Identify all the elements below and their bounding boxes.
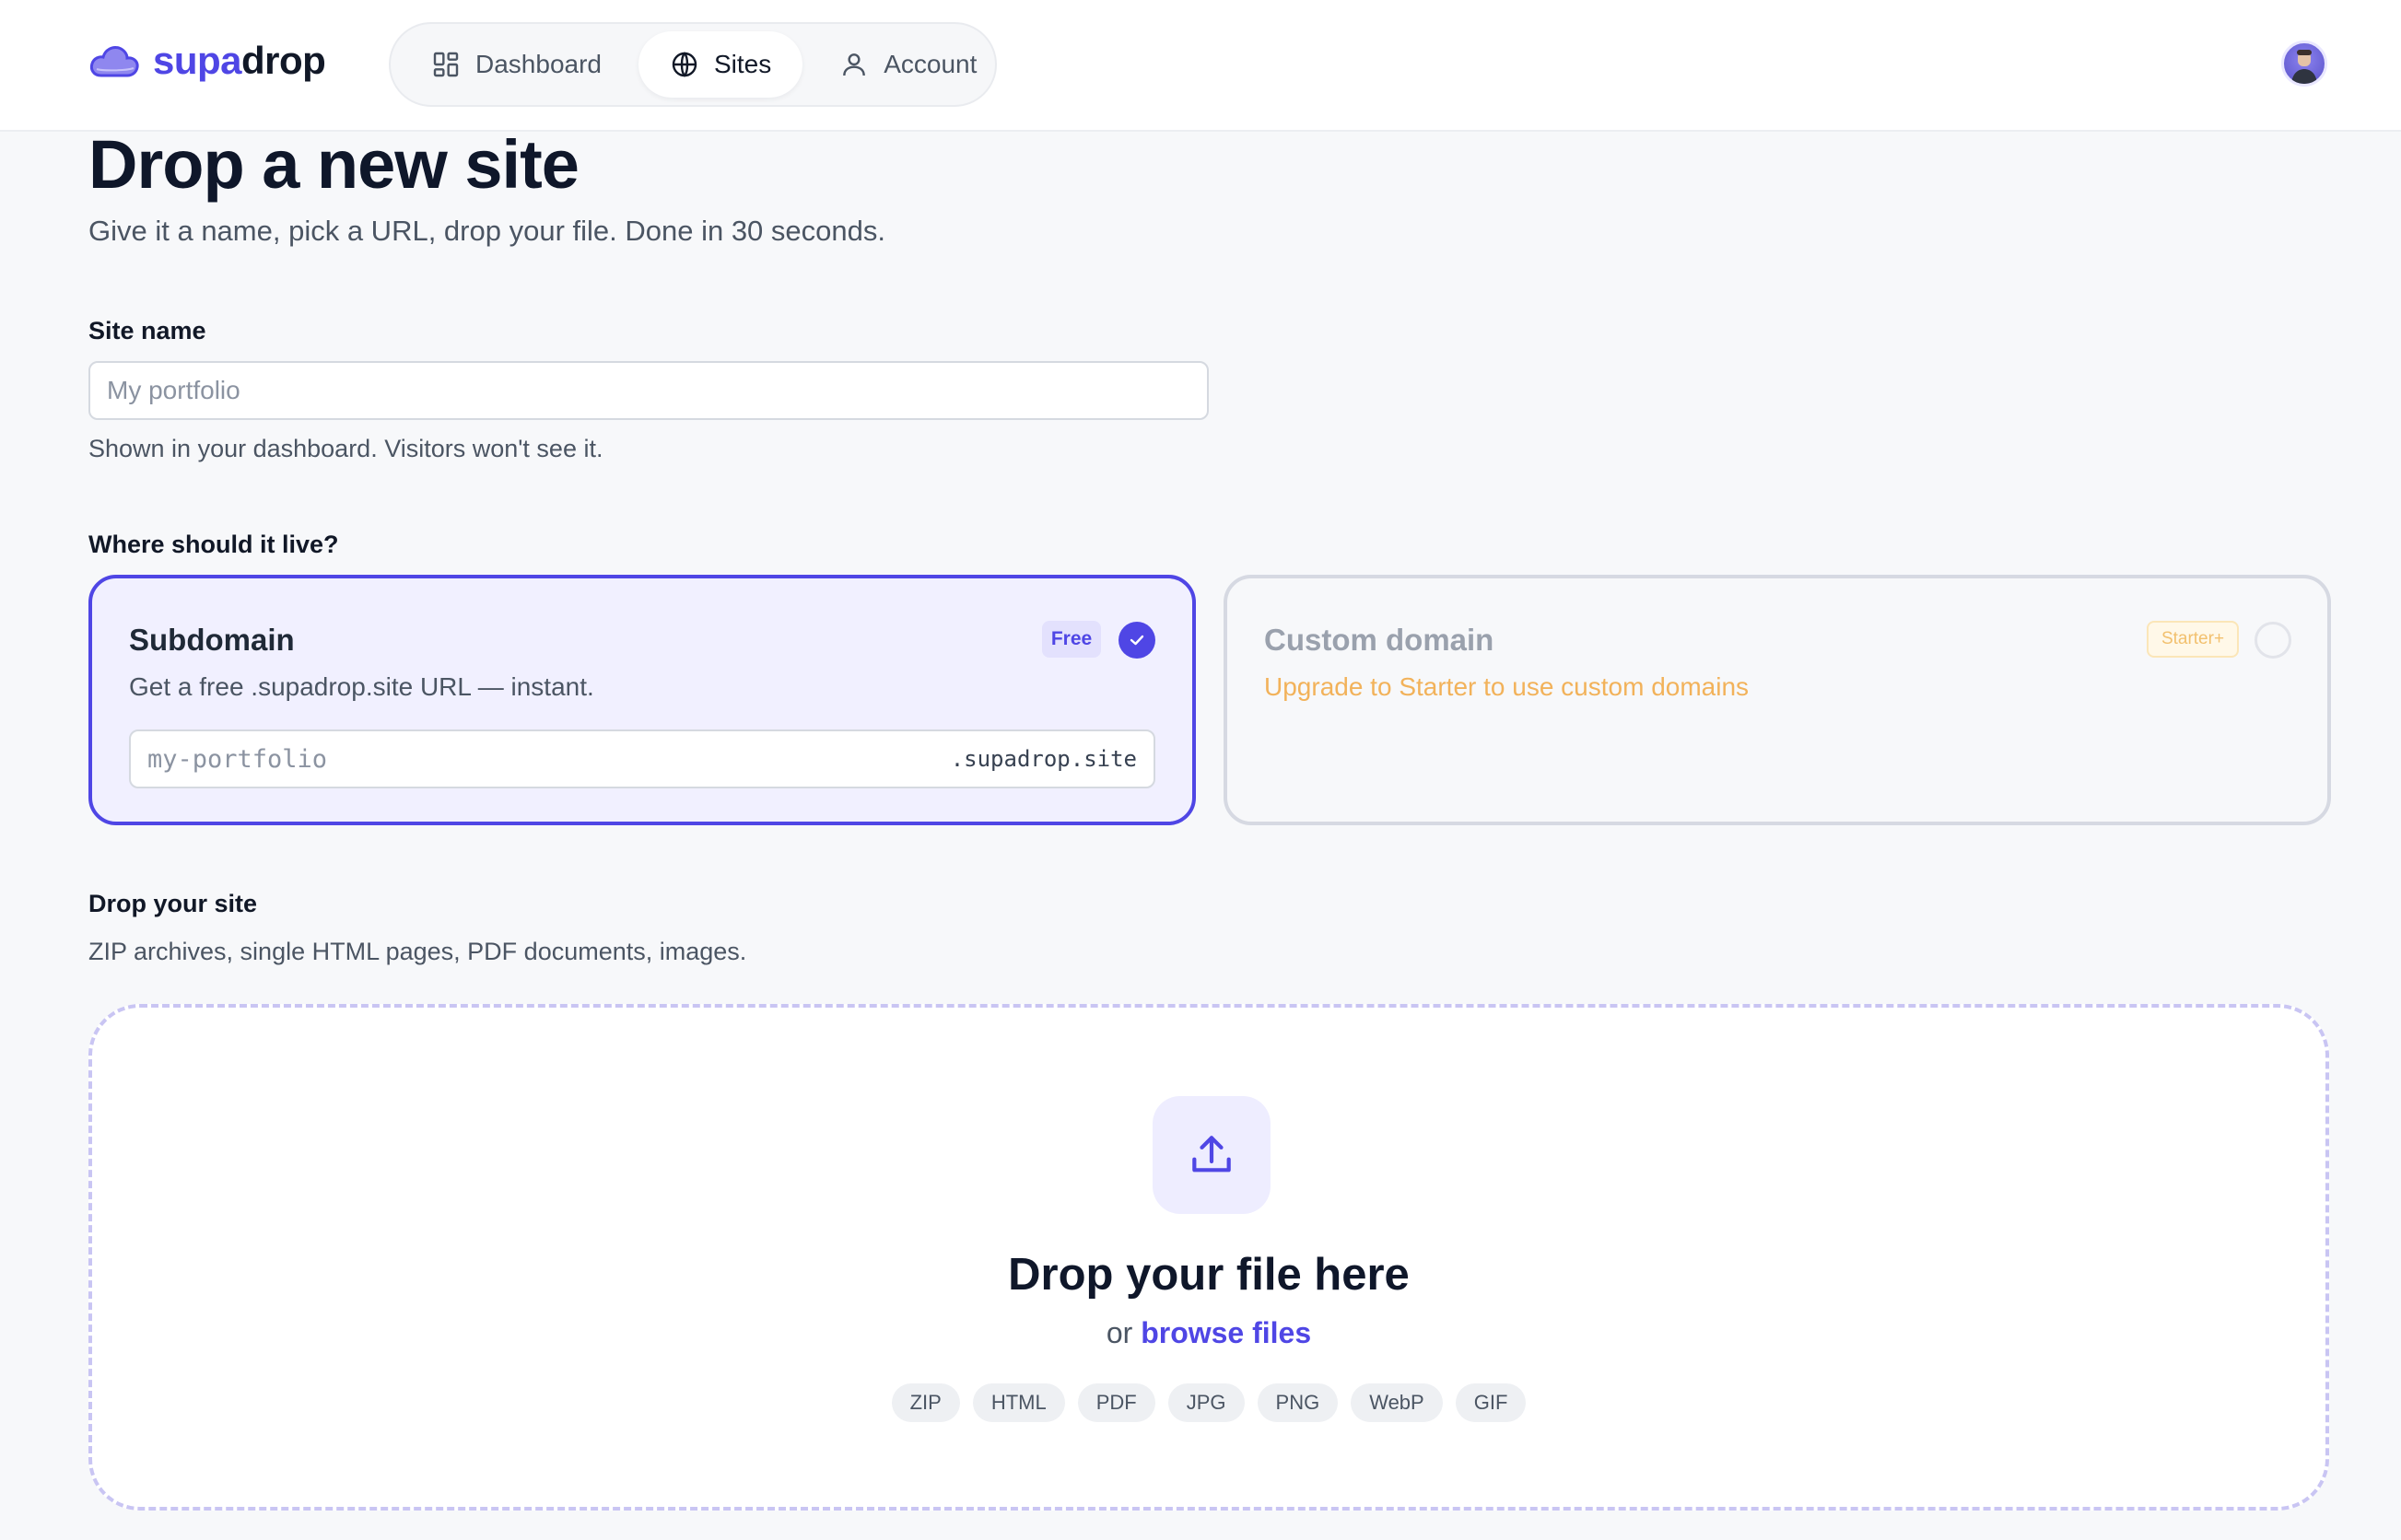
dashboard-icon — [433, 52, 459, 77]
upload-label: Drop your site — [88, 890, 258, 917]
logo-text: supadrop — [153, 39, 326, 83]
nav-item-account[interactable]: Account — [808, 31, 1008, 98]
nav-item-label: Dashboard — [475, 50, 602, 78]
custom-domain-option-card[interactable]: Custom domain Starter+ Upgrade to Starte… — [1224, 575, 2331, 825]
site-name-label: Site name — [88, 317, 206, 344]
subdomain-suffix: .supadrop.site — [950, 746, 1137, 772]
upload-icon-tile — [1153, 1096, 1271, 1214]
browse-files-link[interactable]: browse files — [1141, 1316, 1311, 1349]
user-icon — [843, 53, 866, 76]
nav-item-label: Sites — [713, 50, 772, 78]
subdomain-option-card[interactable]: Subdomain Free Get a free .supadrop.site… — [88, 575, 1196, 825]
format-chip: GIF — [1455, 1383, 1527, 1422]
upload-helper: ZIP archives, single HTML pages, PDF doc… — [88, 938, 747, 965]
upload-icon — [1192, 1136, 1231, 1172]
custom-domain-upgrade-note: Upgrade to Starter to use custom domains — [1264, 672, 1750, 701]
top-bar: supadrop Dashboard Sites Account — [0, 0, 2401, 132]
page-title: Drop a new site — [88, 126, 580, 203]
free-badge: Free — [1042, 621, 1101, 658]
logo-text-part1: supa — [153, 39, 242, 82]
subdomain-title: Subdomain — [129, 623, 295, 657]
nav-item-dashboard[interactable]: Dashboard — [400, 31, 633, 98]
format-chip: PDF — [1077, 1383, 1155, 1422]
unselected-radio-icon — [2255, 622, 2291, 659]
or-text: or — [1106, 1316, 1133, 1349]
format-chip: WebP — [1351, 1383, 1443, 1422]
avatar[interactable] — [2281, 41, 2327, 87]
subdomain-placeholder: my-portfolio — [147, 744, 328, 774]
nav-item-label: Account — [884, 50, 978, 78]
logo-text-part2: drop — [241, 39, 326, 82]
subdomain-description: Get a free .supadrop.site URL — instant. — [129, 672, 594, 701]
starter-badge: Starter+ — [2147, 621, 2239, 658]
site-name-helper: Shown in your dashboard. Visitors won't … — [88, 435, 603, 462]
globe-icon — [672, 52, 697, 77]
file-dropzone[interactable]: Drop your file here or browse files ZIP … — [88, 1004, 2329, 1511]
location-label: Where should it live? — [88, 531, 339, 558]
avatar-image — [2291, 50, 2317, 84]
format-chip: JPG — [1167, 1383, 1245, 1422]
custom-domain-title: Custom domain — [1264, 623, 1494, 657]
format-chip: ZIP — [891, 1383, 960, 1422]
page-subtitle: Give it a name, pick a URL, drop your fi… — [88, 215, 885, 247]
format-chip: PNG — [1257, 1383, 1339, 1422]
format-chip: HTML — [972, 1383, 1065, 1422]
main-nav: Dashboard Sites Account — [389, 22, 997, 107]
subdomain-input[interactable]: my-portfolio .supadrop.site — [129, 729, 1155, 788]
selected-check-icon — [1119, 622, 1155, 659]
cloud-icon — [89, 46, 139, 77]
site-name-input[interactable] — [88, 361, 1209, 420]
nav-item-sites[interactable]: Sites — [638, 31, 803, 98]
format-chips: ZIP HTML PDF JPG PNG WebP GIF — [92, 1383, 2325, 1422]
dropzone-subtitle: or browse files — [92, 1316, 2325, 1350]
dropzone-title: Drop your file here — [1008, 1250, 1410, 1300]
logo[interactable]: supadrop — [88, 39, 326, 83]
